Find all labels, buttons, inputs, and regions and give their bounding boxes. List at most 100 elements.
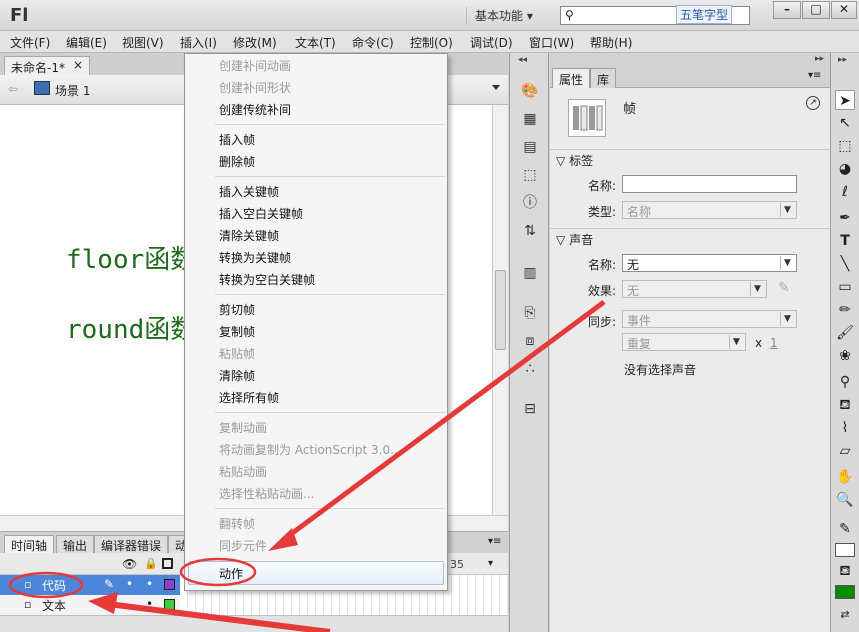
menu-item-synchronize-symbols[interactable]: 同步元件 <box>219 537 267 554</box>
layer-row-code[interactable]: ▫ 代码 ✎ • • <box>0 575 180 595</box>
visibility-dot[interactable]: • <box>126 577 133 591</box>
outline-icon[interactable] <box>162 558 173 569</box>
ime-indicator[interactable]: 五笔字型 <box>676 5 733 24</box>
help-icon[interactable]: ↗ <box>806 96 820 110</box>
paint-bucket-tool-icon[interactable]: ⛾ <box>835 395 855 415</box>
layer-frames-text[interactable] <box>180 595 508 615</box>
sound-name-select[interactable]: 无 ▼ <box>622 254 797 272</box>
workspace-switcher[interactable]: 基本功能 ▾ <box>466 7 548 25</box>
panel-menu-icon[interactable]: ▾≡ <box>808 70 821 81</box>
motion-presets-icon[interactable]: ∴ <box>520 359 540 379</box>
expand-tools-icon[interactable]: ▸▸ <box>838 55 847 65</box>
lock-icon[interactable]: 🔒 <box>144 557 158 570</box>
library-icon[interactable]: ▥ <box>520 263 540 283</box>
maximize-button[interactable]: □ <box>802 1 830 19</box>
free-transform-tool-icon[interactable]: ⬚ <box>835 136 855 156</box>
menu-item-copy-motion-as-as3[interactable]: 将动画复制为 ActionScript 3.0... <box>219 441 402 458</box>
eraser-tool-icon[interactable]: ▱ <box>835 441 855 461</box>
document-tab[interactable]: 未命名-1* × <box>4 56 90 75</box>
edit-envelope-icon[interactable]: ✎ <box>778 280 790 296</box>
menu-modify[interactable]: 修改(M) <box>233 34 277 51</box>
pencil-tool-icon[interactable]: ✏ <box>835 300 855 320</box>
color-panel-icon[interactable]: 🎨 <box>520 81 540 101</box>
text-tool-icon[interactable]: T <box>835 231 855 251</box>
menu-item-create-motion-tween[interactable]: 创建补间动画 <box>219 57 291 74</box>
actions-icon[interactable]: ⎘ <box>520 303 540 323</box>
layer-color-swatch[interactable] <box>164 599 175 610</box>
panel-menu-icon[interactable]: ▾≡ <box>488 536 501 547</box>
layer-name[interactable]: 代码 <box>42 577 66 594</box>
tab-output[interactable]: 输出 <box>56 535 95 554</box>
stage-text-floor[interactable]: floor函数 <box>66 239 196 276</box>
back-arrow-icon[interactable]: ⇦ <box>8 82 18 96</box>
eyedropper-tool-icon[interactable]: ⌇ <box>835 418 855 438</box>
stage-text-round[interactable]: round函数 <box>66 309 196 346</box>
menu-item-select-all-frames[interactable]: 选择所有帧 <box>219 389 279 406</box>
tab-timeline[interactable]: 时间轴 <box>4 535 55 554</box>
menu-item-insert-frame[interactable]: 插入帧 <box>219 131 255 148</box>
menu-insert[interactable]: 插入(I) <box>180 34 217 51</box>
stroke-color-icon[interactable]: ✎ <box>835 519 855 539</box>
layer-color-swatch[interactable] <box>164 579 175 590</box>
frame-name-field[interactable] <box>622 175 797 193</box>
menu-view[interactable]: 视图(V) <box>122 34 164 51</box>
stage-vertical-scrollbar[interactable] <box>492 105 508 515</box>
line-tool-icon[interactable]: ╲ <box>835 254 855 274</box>
menu-item-copy-frames[interactable]: 复制帧 <box>219 323 255 340</box>
layer-name[interactable]: 文本 <box>42 597 66 614</box>
menu-item-clear-keyframe[interactable]: 清除关键帧 <box>219 227 279 244</box>
menu-item-copy-motion[interactable]: 复制动画 <box>219 419 267 436</box>
transform-icon[interactable]: ⬚ <box>520 165 540 185</box>
menu-item-paste-motion-special[interactable]: 选择性粘贴动画... <box>219 485 314 502</box>
section-sound[interactable]: ▽ 声音 <box>550 228 830 248</box>
section-label[interactable]: ▽ 标签 <box>550 149 830 169</box>
hand-tool-icon[interactable]: ✋ <box>835 467 855 487</box>
menu-item-actions[interactable]: 动作 <box>219 565 243 582</box>
repeat-count[interactable]: 1 <box>770 336 778 350</box>
tab-compiler-errors[interactable]: 编译器错误 <box>94 535 169 554</box>
fill-color-icon[interactable]: ⛾ <box>835 561 855 581</box>
bone-tool-icon[interactable]: ⚲ <box>835 372 855 392</box>
deco-tool-icon[interactable]: ❀ <box>835 346 855 366</box>
components-icon[interactable]: ⧈ <box>520 331 540 351</box>
collapse-icon[interactable]: ◂◂ <box>518 55 527 65</box>
tab-library[interactable]: 库 <box>590 68 617 88</box>
fill-color-swatch[interactable] <box>835 585 855 599</box>
menu-item-convert-to-blank-keyframes[interactable]: 转换为空白关键帧 <box>219 271 315 288</box>
minimize-button[interactable]: – <box>773 1 801 19</box>
menu-window[interactable]: 窗口(W) <box>529 34 574 51</box>
menu-edit[interactable]: 编辑(E) <box>66 34 107 51</box>
repeat-select[interactable]: 重复 ▼ <box>622 333 746 351</box>
menu-help[interactable]: 帮助(H) <box>590 34 632 51</box>
code-snippets-icon[interactable]: ⇅ <box>520 221 540 241</box>
close-button[interactable]: ✕ <box>831 1 857 19</box>
tab-properties[interactable]: 属性 <box>552 68 591 88</box>
lock-dot[interactable]: • <box>146 597 153 611</box>
menu-item-paste-frames[interactable]: 粘贴帧 <box>219 345 255 362</box>
timeline-menu-icon[interactable]: ▾ <box>488 558 493 569</box>
menu-item-cut-frames[interactable]: 剪切帧 <box>219 301 255 318</box>
zoom-dropdown-icon[interactable] <box>492 85 500 90</box>
menu-item-create-classic-tween[interactable]: 创建传统补间 <box>219 101 291 118</box>
scrollbar-thumb[interactable] <box>495 270 506 350</box>
brush-tool-icon[interactable]: 🖌 <box>835 323 855 343</box>
selection-tool-icon[interactable]: ➤ <box>835 90 855 110</box>
menu-commands[interactable]: 命令(C) <box>352 34 394 51</box>
effect-select[interactable]: 无 ▼ <box>622 280 767 298</box>
info-icon[interactable]: ⓘ <box>520 193 540 213</box>
lasso-tool-icon[interactable]: ℓ <box>835 182 855 202</box>
menu-item-clear-frames[interactable]: 清除帧 <box>219 367 255 384</box>
menu-item-create-shape-tween[interactable]: 创建补间形状 <box>219 79 291 96</box>
align-icon[interactable]: ▤ <box>520 137 540 157</box>
3d-rotation-tool-icon[interactable]: ◕ <box>835 159 855 179</box>
close-tab-icon[interactable]: × <box>73 58 83 72</box>
menu-item-paste-motion[interactable]: 粘贴动画 <box>219 463 267 480</box>
sync-select[interactable]: 事件 ▼ <box>622 310 797 328</box>
expand-icon[interactable]: ▸▸ <box>815 54 824 64</box>
history-icon[interactable]: ⊟ <box>520 399 540 419</box>
layer-row-text[interactable]: ▫ 文本 • <box>0 595 180 615</box>
lock-dot[interactable]: • <box>146 577 153 591</box>
eye-icon[interactable]: 👁 <box>122 557 137 571</box>
menu-item-convert-to-keyframes[interactable]: 转换为关键帧 <box>219 249 291 266</box>
menu-item-remove-frames[interactable]: 删除帧 <box>219 153 255 170</box>
